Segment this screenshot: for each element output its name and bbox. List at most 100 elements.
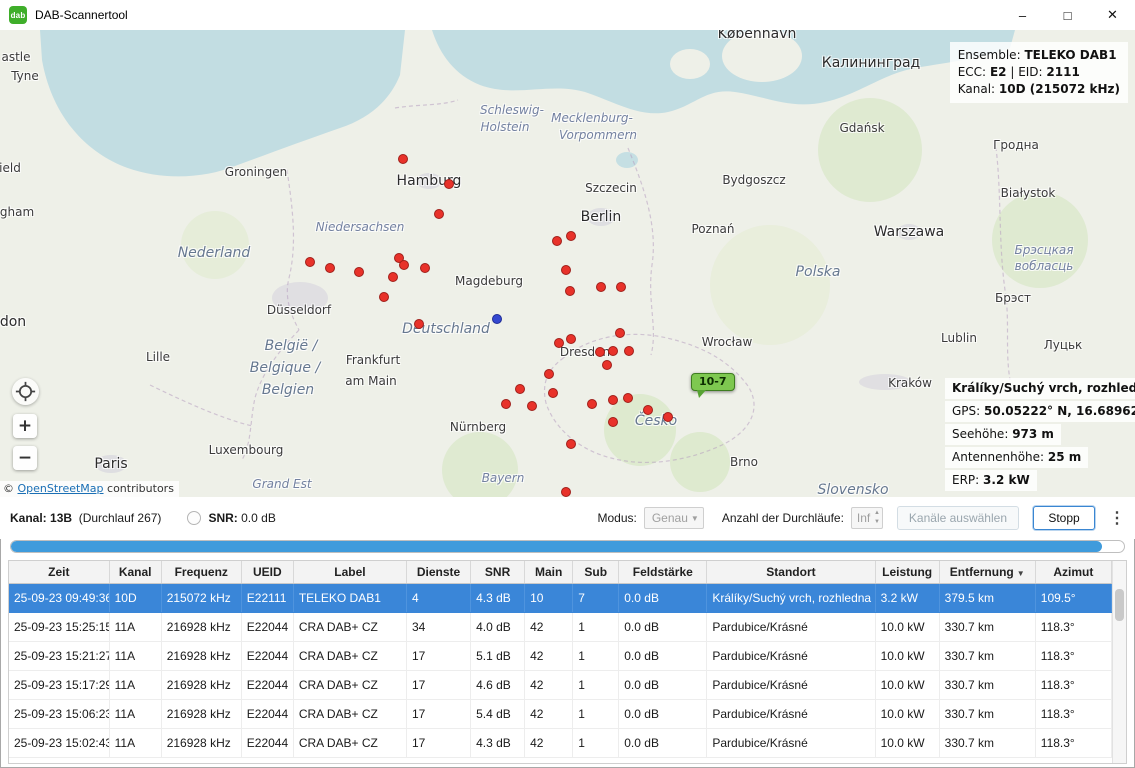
table-cell[interactable]: 11A [109, 670, 161, 699]
stop-button[interactable]: Stopp [1033, 506, 1095, 530]
table-cell[interactable]: 0.0 dB [619, 612, 707, 641]
column-header-kanal[interactable]: Kanal [109, 561, 161, 583]
spinner-arrows[interactable]: ▲ ▼ [874, 509, 880, 527]
table-cell[interactable]: 1 [573, 612, 619, 641]
transmitter-dot[interactable] [325, 263, 335, 273]
table-cell[interactable]: 17 [406, 641, 470, 670]
table-cell[interactable]: 216928 kHz [161, 699, 241, 728]
column-header-zeit[interactable]: Zeit [9, 561, 109, 583]
transmitter-dot[interactable] [561, 265, 571, 275]
table-cell[interactable]: 11A [109, 728, 161, 757]
transmitter-dot[interactable] [354, 267, 364, 277]
table-row[interactable]: 25-09-23 15:21:2711A216928 kHzE22044CRA … [9, 641, 1112, 670]
transmitter-dot[interactable] [544, 369, 554, 379]
table-cell[interactable]: 379.5 km [939, 583, 1035, 612]
zoom-out-button[interactable]: − [13, 446, 37, 470]
transmitter-dot[interactable] [608, 346, 618, 356]
table-cell[interactable]: 17 [406, 670, 470, 699]
table-cell[interactable]: 118.3° [1035, 612, 1111, 641]
table-cell[interactable]: 4.3 dB [471, 728, 525, 757]
table-cell[interactable]: 5.4 dB [471, 699, 525, 728]
transmitter-dot[interactable] [566, 231, 576, 241]
table-cell[interactable]: 1 [573, 699, 619, 728]
mode-select[interactable]: Genau ▼ [644, 507, 704, 529]
table-cell[interactable]: E22044 [241, 699, 293, 728]
table-cell[interactable]: 42 [525, 641, 573, 670]
table-cell[interactable]: 118.3° [1035, 699, 1111, 728]
table-cell[interactable]: 5.1 dB [471, 641, 525, 670]
table-cell[interactable]: E22044 [241, 670, 293, 699]
table-cell[interactable]: 4.3 dB [471, 583, 525, 612]
table-cell[interactable]: 42 [525, 699, 573, 728]
table-cell[interactable]: Pardubice/Krásné [707, 670, 875, 699]
table-row[interactable]: 25-09-23 09:49:3610D215072 kHzE22111TELE… [9, 583, 1112, 612]
table-cell[interactable]: CRA DAB+ CZ [293, 641, 406, 670]
transmitter-dot[interactable] [608, 395, 618, 405]
table-cell[interactable]: 10.0 kW [875, 699, 939, 728]
table-cell[interactable]: Pardubice/Krásné [707, 728, 875, 757]
transmitter-dot[interactable] [305, 257, 315, 267]
table-cell[interactable]: 109.5° [1035, 583, 1111, 612]
table-cell[interactable]: 7 [573, 583, 619, 612]
transmitter-dot[interactable] [399, 260, 409, 270]
table-cell[interactable]: E22044 [241, 641, 293, 670]
table-cell[interactable]: CRA DAB+ CZ [293, 670, 406, 699]
scrollbar-thumb[interactable] [1115, 589, 1124, 621]
overflow-menu-icon[interactable]: ⋮ [1109, 508, 1125, 528]
transmitter-dot[interactable] [501, 399, 511, 409]
transmitter-dot[interactable] [561, 487, 571, 497]
transmitter-dot[interactable] [388, 272, 398, 282]
table-row[interactable]: 25-09-23 15:02:4311A216928 kHzE22044CRA … [9, 728, 1112, 757]
table-cell[interactable]: 4.6 dB [471, 670, 525, 699]
column-header-frequenz[interactable]: Frequenz [161, 561, 241, 583]
table-cell[interactable]: 10.0 kW [875, 728, 939, 757]
table-cell[interactable]: CRA DAB+ CZ [293, 612, 406, 641]
maximize-button[interactable]: □ [1045, 0, 1090, 30]
transmitter-dot[interactable] [552, 236, 562, 246]
runs-spinner[interactable]: Inf ▲ ▼ [851, 507, 883, 529]
column-header-sub[interactable]: Sub [573, 561, 619, 583]
table-cell[interactable]: 330.7 km [939, 699, 1035, 728]
transmitter-dot[interactable] [515, 384, 525, 394]
table-cell[interactable]: 10.0 kW [875, 641, 939, 670]
table-cell[interactable]: 42 [525, 612, 573, 641]
table-cell[interactable]: Pardubice/Krásné [707, 612, 875, 641]
table-cell[interactable]: Pardubice/Krásné [707, 641, 875, 670]
close-button[interactable]: ✕ [1090, 0, 1135, 30]
table-cell[interactable]: 25-09-23 15:06:23 [9, 699, 109, 728]
table-cell[interactable]: 330.7 km [939, 612, 1035, 641]
table-cell[interactable]: 25-09-23 15:02:43 [9, 728, 109, 757]
table-cell[interactable]: 10D [109, 583, 161, 612]
table-cell[interactable]: 4 [406, 583, 470, 612]
transmitter-dot[interactable] [615, 328, 625, 338]
column-header-entfernung[interactable]: Entfernung▼ [939, 561, 1035, 583]
table-cell[interactable]: E22044 [241, 728, 293, 757]
transmitter-dot[interactable] [444, 179, 454, 189]
table-cell[interactable]: 25-09-23 15:25:15 [9, 612, 109, 641]
transmitter-dot[interactable] [595, 347, 605, 357]
transmitter-dot[interactable] [420, 263, 430, 273]
table-cell[interactable]: 0.0 dB [619, 670, 707, 699]
spin-up-icon[interactable]: ▲ [874, 509, 880, 518]
column-header-azimut[interactable]: Azimut [1035, 561, 1111, 583]
transmitter-dot[interactable] [548, 388, 558, 398]
transmitter-dot[interactable] [434, 209, 444, 219]
channel-marker[interactable]: 10-7 [691, 373, 735, 391]
transmitter-dot[interactable] [643, 405, 653, 415]
table-cell[interactable]: 216928 kHz [161, 612, 241, 641]
table-cell[interactable]: Králíky/Suchý vrch, rozhledna [707, 583, 875, 612]
table-cell[interactable]: 118.3° [1035, 670, 1111, 699]
table-cell[interactable]: 11A [109, 699, 161, 728]
transmitter-dot[interactable] [602, 360, 612, 370]
openstreetmap-link[interactable]: OpenStreetMap [18, 482, 104, 495]
table-cell[interactable]: 10.0 kW [875, 670, 939, 699]
column-header-main[interactable]: Main [525, 561, 573, 583]
column-header-label[interactable]: Label [293, 561, 406, 583]
map-view[interactable]: KøbenhavnКалининградastleTyneieldghamdon… [0, 30, 1135, 497]
table-cell[interactable]: 25-09-23 09:49:36 [9, 583, 109, 612]
column-header-feldstärke[interactable]: Feldstärke [619, 561, 707, 583]
table-cell[interactable]: 216928 kHz [161, 670, 241, 699]
table-cell[interactable]: 0.0 dB [619, 641, 707, 670]
zoom-in-button[interactable]: + [13, 414, 37, 438]
column-header-leistung[interactable]: Leistung [875, 561, 939, 583]
